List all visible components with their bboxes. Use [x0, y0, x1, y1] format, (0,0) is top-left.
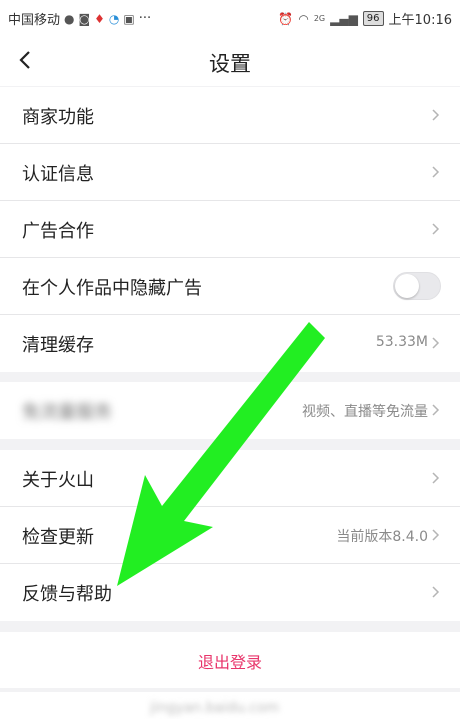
chevron-right-icon — [432, 337, 440, 349]
settings-row-free-data[interactable]: 免流量服务 视频、直播等免流量 — [0, 382, 460, 439]
settings-row-feedback-help[interactable]: 反馈与帮助 — [0, 564, 460, 621]
wifi-icon: ◠ — [298, 11, 309, 26]
nav-bar: 设置 — [0, 36, 460, 86]
cache-size-value: 53.33M — [375, 334, 428, 350]
settings-row-ad-cooperation[interactable]: 广告合作 — [0, 201, 460, 258]
chevron-right-icon — [432, 223, 440, 235]
settings-row-merchant-functions[interactable]: 商家功能 — [0, 87, 460, 144]
watermark-text: jingyan.baidu.com — [150, 700, 280, 716]
alarm-icon: ⏰ — [278, 11, 294, 26]
status-bar-right: ⏰ ◠ 2G ▂▄▆ 96 上午10:16 — [278, 9, 452, 28]
clock-time: 上午10:16 — [388, 13, 452, 28]
carrier-label: 中国移动 — [8, 13, 61, 28]
logout-label: 退出登录 — [197, 653, 262, 672]
settings-group-general: 商家功能 认证信息 广告合作 在个人作品中隐藏广告 清理缓存 53.33M — [0, 87, 460, 372]
current-version-value: 当前版本8.4.0 — [336, 529, 428, 545]
more-notifications-icon: ··· — [138, 11, 152, 26]
toggle-knob — [395, 274, 419, 298]
chevron-right-icon — [432, 109, 440, 121]
status-bar-left: 中国移动 ● ◙ ♦ ◔ ▣ ··· — [8, 9, 151, 28]
row-label: 广告合作 — [22, 221, 94, 242]
location-icon: ♦ — [94, 11, 105, 26]
row-label: 认证信息 — [22, 164, 94, 185]
hide-ads-toggle[interactable] — [393, 272, 441, 300]
settings-row-about[interactable]: 关于火山 — [0, 450, 460, 507]
battery-icon: 96 — [362, 11, 384, 26]
settings-row-check-update[interactable]: 检查更新 当前版本8.4.0 — [0, 507, 460, 564]
message-icon: ▣ — [123, 11, 135, 26]
settings-group-about: 关于火山 检查更新 当前版本8.4.0 反馈与帮助 — [0, 450, 460, 621]
settings-row-hide-ads: 在个人作品中隐藏广告 — [0, 258, 460, 315]
app-notification-icon: ◙ — [78, 11, 91, 26]
status-bar: 中国移动 ● ◙ ♦ ◔ ▣ ··· ⏰ ◠ 2G ▂▄▆ 96 上午10:16 — [0, 0, 460, 36]
bottom-strip: jingyan.baidu.com — [0, 692, 460, 719]
row-label: 关于火山 — [22, 470, 94, 491]
free-data-description: 视频、直播等免流量 — [302, 404, 428, 420]
network-type-label: 2G — [313, 13, 326, 23]
wechat-icon: ● — [64, 11, 75, 26]
row-label: 在个人作品中隐藏广告 — [22, 278, 202, 299]
chevron-right-icon — [432, 586, 440, 598]
row-label: 商家功能 — [22, 107, 94, 128]
row-label: 清理缓存 — [22, 335, 94, 356]
row-label: 检查更新 — [22, 527, 94, 548]
chevron-right-icon — [432, 404, 440, 416]
logout-button[interactable]: 退出登录 — [0, 632, 460, 688]
app-icon: ◔ — [108, 11, 120, 26]
settings-group-data: 免流量服务 视频、直播等免流量 — [0, 382, 460, 439]
settings-row-certification-info[interactable]: 认证信息 — [0, 144, 460, 201]
settings-row-clear-cache[interactable]: 清理缓存 53.33M — [0, 315, 460, 372]
row-label: 反馈与帮助 — [22, 584, 112, 605]
chevron-right-icon — [432, 166, 440, 178]
chevron-right-icon — [432, 529, 440, 541]
row-label-blurred: 免流量服务 — [22, 402, 112, 423]
signal-icon: ▂▄▆ — [330, 11, 358, 26]
chevron-right-icon — [432, 472, 440, 484]
page-title: 设置 — [209, 52, 251, 76]
